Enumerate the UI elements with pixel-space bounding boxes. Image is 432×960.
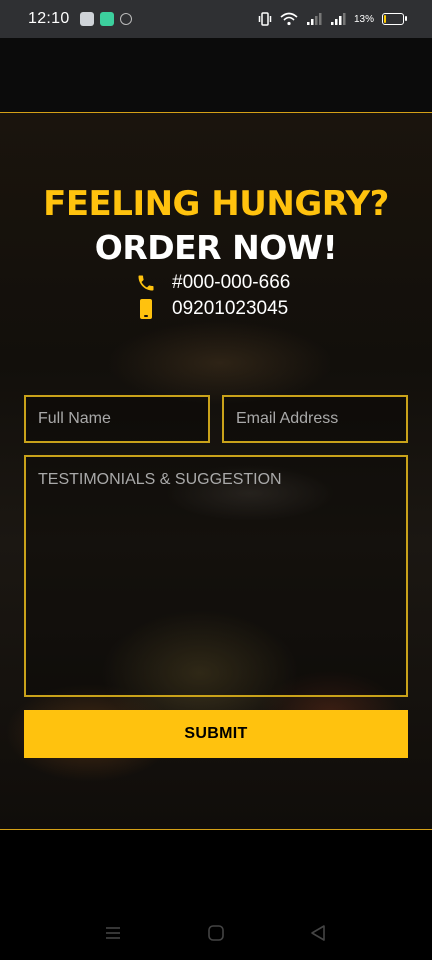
back-icon[interactable] (309, 924, 327, 942)
status-left: 12:10 (28, 10, 132, 28)
vibrate-icon (258, 12, 272, 26)
phone-contact[interactable]: #000-000-666 (136, 272, 290, 294)
app-notification-icon (119, 13, 132, 25)
email-placeholder: Email Address (236, 410, 339, 427)
app-header (0, 38, 432, 112)
status-right: 13% (258, 11, 407, 27)
full-name-input[interactable]: Full Name (24, 395, 210, 443)
email-input[interactable]: Email Address (222, 395, 408, 443)
battery-fill (384, 15, 386, 23)
wifi-icon (280, 12, 298, 26)
phone-icon (136, 273, 156, 293)
recent-apps-icon[interactable] (104, 924, 122, 942)
phone-number: #000-000-666 (172, 272, 291, 293)
mobile-number: 09201023045 (172, 298, 289, 319)
testimonials-textarea[interactable]: TESTIMONIALS & SUGGESTION (24, 455, 408, 697)
full-name-placeholder: Full Name (38, 410, 111, 427)
signal-icon (330, 13, 346, 25)
testimonials-placeholder: TESTIMONIALS & SUGGESTION (38, 471, 282, 488)
status-bar: 12:10 13% (0, 0, 432, 38)
clock: 12:10 (28, 10, 70, 27)
submit-button[interactable]: SUBMIT (24, 710, 408, 758)
subheadline: ORDER NOW! (94, 228, 338, 267)
battery-icon (382, 13, 407, 25)
notification-icons (79, 12, 132, 26)
headline: FEELING HUNGRY? (43, 184, 389, 224)
battery-percent: 13% (353, 13, 374, 25)
app-notification-icon (99, 12, 114, 26)
mobile-contact[interactable]: 09201023045 (136, 298, 288, 320)
home-icon[interactable] (207, 924, 225, 942)
app-notification-icon (79, 12, 94, 26)
signal-icon (306, 13, 322, 25)
mobile-icon (136, 299, 156, 319)
